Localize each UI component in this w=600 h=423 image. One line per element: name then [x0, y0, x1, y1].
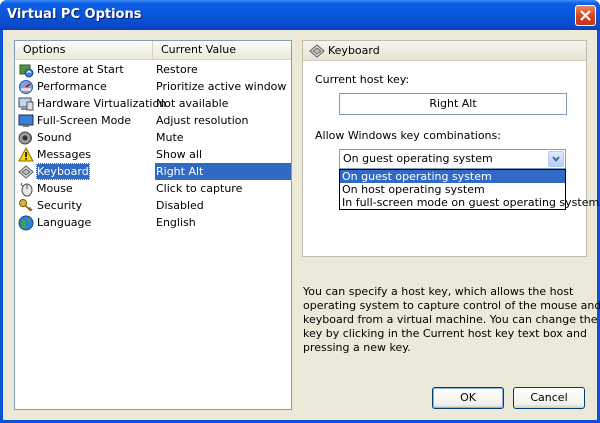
key-combinations-dropdown-list: On guest operating system On host operat… — [339, 169, 599, 210]
option-name: Performance — [37, 80, 107, 93]
list-item-language[interactable]: Language English — [15, 214, 291, 231]
list-item-full-screen-mode[interactable]: Full-Screen Mode Adjust resolution — [15, 112, 291, 129]
option-name: Sound — [37, 131, 72, 144]
fullscreen-icon — [18, 114, 34, 127]
help-description: You can specify a host key, which allows… — [303, 285, 600, 355]
description-line: keyboard from a virtual machine. You can… — [303, 313, 600, 326]
column-header-current-value[interactable]: Current Value — [153, 41, 291, 59]
dropdown-option[interactable]: On host operating system — [340, 183, 565, 196]
dialog-body: Options Current Value Restore at Start R… — [3, 30, 600, 420]
key-combinations-select[interactable]: On guest operating system — [339, 149, 566, 169]
option-value: English — [156, 216, 196, 229]
option-value: Show all — [156, 148, 203, 161]
dropdown-button[interactable] — [548, 151, 564, 167]
option-name: Security — [37, 199, 83, 212]
option-value: Disabled — [156, 199, 204, 212]
performance-icon — [19, 80, 33, 94]
title-bar[interactable]: Virtual PC Options — [0, 0, 600, 30]
option-name: Full-Screen Mode — [37, 114, 132, 127]
host-key-field[interactable]: Right Alt — [339, 93, 567, 115]
option-name: Mouse — [37, 182, 73, 195]
close-icon — [580, 10, 591, 21]
keys-icon — [19, 199, 33, 212]
panel-title: Keyboard — [328, 44, 380, 57]
description-line: operating system to capture control of t… — [303, 299, 600, 312]
option-name: Messages — [37, 148, 91, 161]
hardware-icon — [18, 97, 34, 111]
list-item-performance[interactable]: Performance Prioritize active window — [15, 78, 291, 95]
list-item-restore-at-start[interactable]: Restore at Start Restore — [15, 61, 291, 78]
options-list[interactable]: Options Current Value Restore at Start R… — [14, 40, 292, 410]
window-title: Virtual PC Options — [7, 7, 142, 22]
cancel-button[interactable]: Cancel — [513, 387, 585, 409]
chevron-down-icon — [552, 156, 560, 162]
selected-value: On guest operating system — [343, 152, 493, 165]
option-value: Adjust resolution — [156, 114, 249, 127]
option-name: Restore at Start — [37, 63, 124, 76]
list-item-sound[interactable]: Sound Mute — [15, 129, 291, 146]
key-combinations-label: Allow Windows key combinations: — [315, 129, 501, 142]
keyboard-settings-panel: Keyboard Current host key: Right Alt All… — [302, 40, 599, 257]
restore-icon — [19, 64, 34, 78]
list-item-hardware-virtualization[interactable]: Hardware Virtualization Not available — [15, 95, 291, 112]
dropdown-option[interactable]: On guest operating system — [340, 170, 565, 183]
option-value: Right Alt — [155, 163, 291, 180]
list-item-keyboard[interactable]: Keyboard Right Alt — [15, 163, 291, 180]
description-line: pressing a new key. — [303, 341, 411, 354]
panel-header: Keyboard — [303, 41, 586, 61]
close-button[interactable] — [575, 5, 596, 26]
globe-icon — [18, 215, 34, 231]
options-window: Virtual PC Options Options Current Value… — [0, 0, 600, 423]
list-header: Options Current Value — [15, 41, 291, 60]
warning-icon — [18, 147, 34, 162]
description-line: key by clicking in the Current host key … — [303, 327, 587, 340]
description-line: You can specify a host key, which allows… — [303, 285, 574, 298]
list-item-messages[interactable]: Messages Show all — [15, 146, 291, 163]
option-value: Mute — [156, 131, 184, 144]
list-item-mouse[interactable]: Mouse Click to capture — [15, 180, 291, 197]
option-value: Restore — [156, 63, 198, 76]
option-name: Hardware Virtualization — [37, 97, 167, 110]
option-name: Keyboard — [36, 163, 90, 180]
option-value: Not available — [156, 97, 229, 110]
option-value: Click to capture — [156, 182, 243, 195]
mouse-icon — [20, 182, 33, 197]
ok-button[interactable]: OK — [432, 387, 504, 409]
keyboard-icon — [18, 165, 34, 179]
option-name: Language — [37, 216, 92, 229]
dropdown-option[interactable]: In full-screen mode on guest operating s… — [340, 196, 599, 209]
option-value: Prioritize active window — [156, 80, 287, 93]
list-item-security[interactable]: Security Disabled — [15, 197, 291, 214]
column-header-options[interactable]: Options — [15, 41, 153, 59]
sound-icon — [18, 131, 32, 145]
host-key-label: Current host key: — [315, 73, 410, 86]
keyboard-icon — [309, 44, 325, 58]
